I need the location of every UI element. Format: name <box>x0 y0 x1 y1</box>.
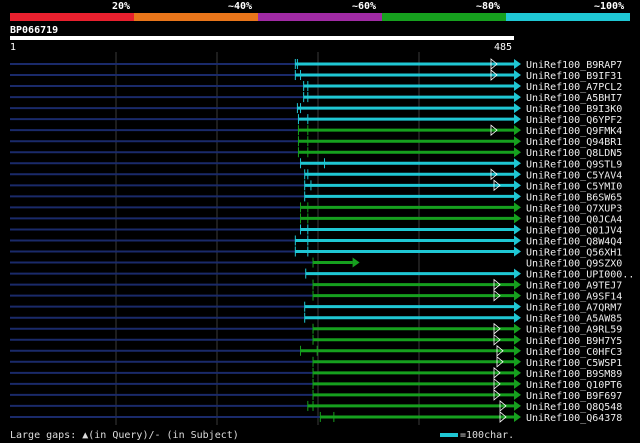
hit-arrowhead <box>514 202 521 213</box>
hit-arrowhead <box>514 246 521 257</box>
hit-label: UniRef100_Q0JCA4 <box>526 214 622 225</box>
hit-label: UniRef100_B9I3K0 <box>526 104 622 115</box>
scale-legend: =100char. <box>440 430 514 441</box>
hit-label: UniRef100_Q7XUP3 <box>526 203 622 214</box>
hit-label: UniRef100_B9F697 <box>526 391 622 402</box>
hit-arrowhead <box>514 125 521 136</box>
hit-label: UniRef100_Q9FMK4 <box>526 126 622 137</box>
hit-label: UniRef100_B9SM89 <box>526 369 622 380</box>
hit-arrowhead <box>514 367 521 378</box>
hit-arrowhead <box>514 191 521 202</box>
scale-swatch <box>440 433 458 437</box>
hit-arrowhead <box>514 92 521 103</box>
hit-label: UniRef100_C5WSP1 <box>526 358 622 369</box>
hit-label: UniRef100_B9H7Y5 <box>526 336 622 347</box>
hit-label: UniRef100_Q94BR1 <box>526 137 622 148</box>
hit-arrowhead <box>514 158 521 169</box>
hit-arrowhead <box>514 70 521 81</box>
hit-label: UniRef100_C0HFC3 <box>526 347 622 358</box>
hit-label: UniRef100_Q64378 <box>526 413 622 424</box>
hit-arrowhead <box>514 213 521 224</box>
hit-label: UniRef100_C5YMI0 <box>526 181 622 192</box>
hit-arrowhead <box>352 257 360 268</box>
hit-arrowhead <box>514 323 521 334</box>
hit-label: UniRef100_Q10PT6 <box>526 380 622 391</box>
hit-label: UniRef100_Q01JV4 <box>526 225 622 236</box>
hit-arrowhead <box>514 81 521 92</box>
hit-arrowhead <box>514 180 521 191</box>
hit-arrowhead <box>514 389 521 400</box>
hit-label: UniRef100_B9RAP7 <box>526 60 622 71</box>
hit-label: UniRef100_Q9SZX0 <box>526 259 622 270</box>
hit-label: UniRef100_Q8Q548 <box>526 402 622 413</box>
hit-arrowhead <box>514 378 521 389</box>
hit-arrowhead <box>514 136 521 147</box>
hit-label: UniRef100_A7PCL2 <box>526 82 622 93</box>
hit-arrowhead <box>514 59 521 69</box>
hit-arrowhead <box>514 301 521 312</box>
alignment-hits-panel: UniRef100_B9RAP7UniRef100_B9IF31UniRef10… <box>10 52 634 425</box>
hit-label: UniRef100_A9RL59 <box>526 325 622 336</box>
hit-arrowhead <box>514 268 521 279</box>
hit-arrowhead <box>514 334 521 345</box>
scale-text: =100char. <box>460 430 515 441</box>
hit-label: UniRef100_A9SF14 <box>526 292 622 303</box>
hit-label: UniRef100_A9TEJ7 <box>526 281 622 292</box>
hit-arrowhead <box>514 345 521 356</box>
hit-label: UniRef100_Q8W4Q4 <box>526 236 622 247</box>
hit-arrowhead <box>514 290 521 301</box>
hit-label: UniRef100_B6SW65 <box>526 192 622 203</box>
hit-label: UniRef100_Q8LDN5 <box>526 148 622 159</box>
hit-label: UniRef100_UPI000.. <box>526 270 634 281</box>
gap-legend: Large gaps: ▲(in Query)/- (in Subject) <box>10 430 239 441</box>
hit-arrowhead <box>514 103 521 114</box>
hit-arrowhead <box>514 411 521 422</box>
hit-label: UniRef100_A5AW85 <box>526 314 622 325</box>
hit-arrowhead <box>514 235 521 246</box>
hit-arrowhead <box>514 147 521 158</box>
hit-label: UniRef100_Q6YPF2 <box>526 115 622 126</box>
hit-arrowhead <box>514 400 521 411</box>
hit-label: UniRef100_A5BHI7 <box>526 93 622 104</box>
hit-label: UniRef100_Q9STL9 <box>526 159 622 170</box>
hit-arrowhead <box>514 224 521 235</box>
hit-arrowhead <box>514 279 521 290</box>
hit-arrowhead <box>514 169 521 180</box>
hit-label: UniRef100_C5YAV4 <box>526 170 622 181</box>
hit-label: UniRef100_Q56XH1 <box>526 248 622 259</box>
hit-arrowhead <box>514 312 521 323</box>
hit-arrowhead <box>514 356 521 367</box>
hit-label: UniRef100_A7QRM7 <box>526 303 622 314</box>
hit-label: UniRef100_B9IF31 <box>526 71 622 82</box>
hit-arrowhead <box>514 114 521 125</box>
